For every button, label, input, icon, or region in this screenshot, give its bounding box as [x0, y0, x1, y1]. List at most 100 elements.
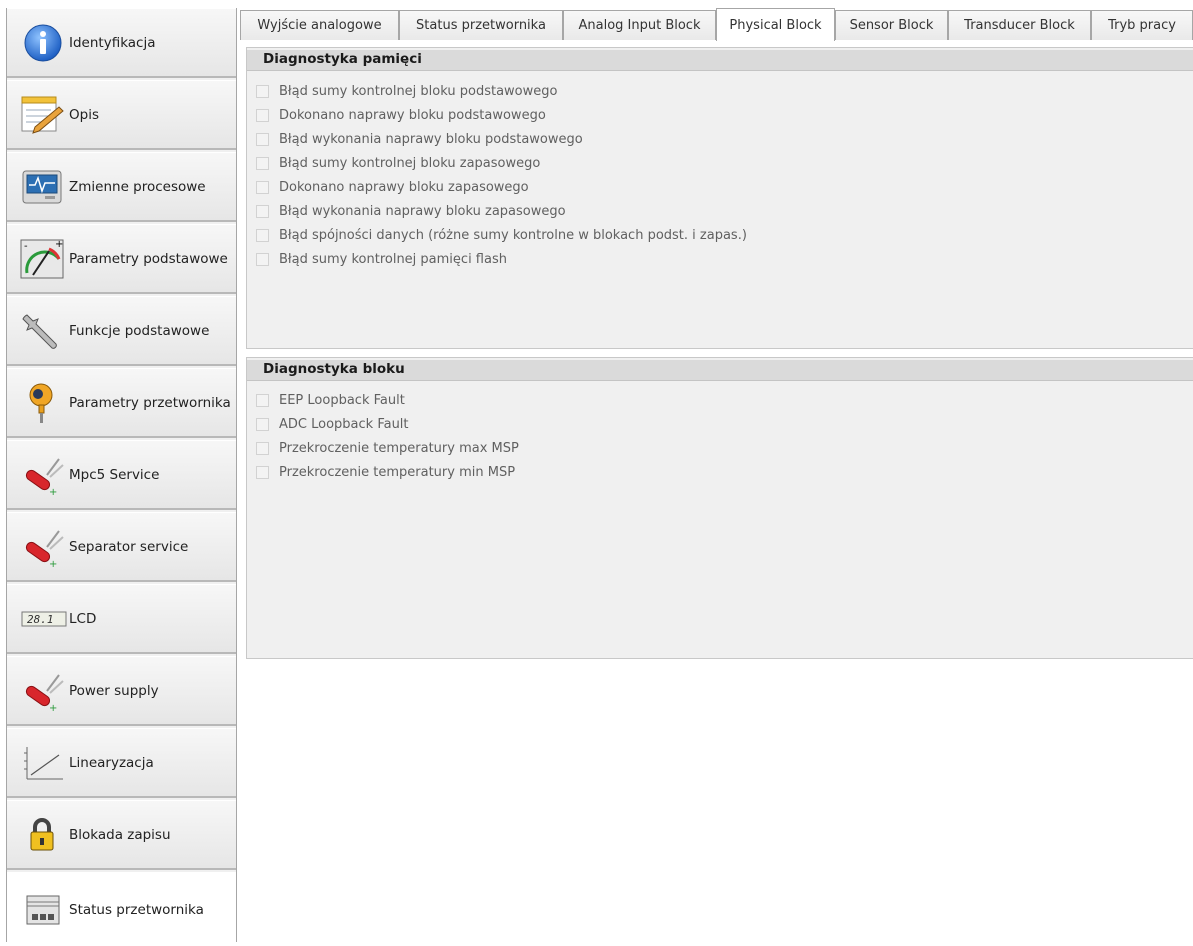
- checkbox-row[interactable]: Błąd wykonania naprawy bloku podstawoweg…: [256, 129, 583, 149]
- block-diagnostics-group: Diagnostyka bloku EEP Loopback Fault ADC…: [246, 357, 1193, 659]
- checkbox-label: Błąd sumy kontrolnej pamięci flash: [279, 251, 507, 267]
- sidebar-item-label: Opis: [69, 106, 99, 123]
- checkbox-label: EEP Loopback Fault: [279, 392, 405, 408]
- checkbox[interactable]: [256, 108, 269, 122]
- sidebar-item-label: LCD: [69, 610, 97, 627]
- service-tool-icon: +: [19, 453, 67, 498]
- sidebar-item-label: Separator service: [69, 538, 189, 555]
- checkbox-row[interactable]: ADC Loopback Fault: [256, 414, 409, 434]
- sidebar-item-power-supply[interactable]: + Power supply: [7, 656, 236, 726]
- sidebar-item-parametry-podstawowe[interactable]: - + Parametry podstawowe: [7, 224, 236, 294]
- checkbox[interactable]: [256, 84, 269, 98]
- tab-tryb-pracy[interactable]: Tryb pracy: [1091, 10, 1193, 40]
- tab-wyjscie-analogowe[interactable]: Wyjście analogowe: [240, 10, 399, 40]
- sidebar-item-separator-service[interactable]: + Separator service: [7, 512, 236, 582]
- checkbox[interactable]: [256, 393, 269, 407]
- sidebar-item-parametry-przetwornika[interactable]: Parametry przetwornika: [7, 368, 236, 438]
- checkbox[interactable]: [256, 180, 269, 194]
- checkbox-label: Dokonano naprawy bloku podstawowego: [279, 107, 546, 123]
- checkbox-row[interactable]: EEP Loopback Fault: [256, 390, 405, 410]
- status-panel-icon: [19, 888, 67, 932]
- checkbox[interactable]: [256, 441, 269, 455]
- lcd-icon-text: 28.1: [27, 613, 54, 626]
- sidebar-item-label: Parametry przetwornika: [69, 394, 231, 411]
- gauge-icon: - +: [19, 237, 67, 281]
- tab-label: Wyjście analogowe: [257, 18, 382, 33]
- sidebar-item-linearyzacja[interactable]: Linearyzacja: [7, 728, 236, 798]
- tab-sensor-block[interactable]: Sensor Block: [835, 10, 948, 40]
- sidebar-item-funkcje-podstawowe[interactable]: Funkcje podstawowe: [7, 296, 236, 366]
- wrench-icon: [19, 309, 67, 353]
- tab-bar: Wyjście analogowe Status przetwornika An…: [240, 8, 1193, 41]
- sidebar-item-opis[interactable]: Opis: [7, 80, 236, 150]
- checkbox-row[interactable]: Błąd wykonania naprawy bloku zapasowego: [256, 201, 566, 221]
- sidebar: Identyfikacja Opis Zmienne procesowe - +…: [6, 8, 237, 946]
- tab-label: Physical Block: [729, 17, 822, 33]
- svg-text:+: +: [49, 487, 57, 497]
- tab-label: Tryb pracy: [1108, 18, 1176, 33]
- chart-line-icon: [19, 741, 67, 785]
- checkbox[interactable]: [256, 204, 269, 218]
- sidebar-item-label: Identyfikacja: [69, 34, 156, 51]
- sidebar-item-zmienne-procesowe[interactable]: Zmienne procesowe: [7, 152, 236, 222]
- tab-transducer-block[interactable]: Transducer Block: [948, 10, 1091, 40]
- svg-text:+: +: [55, 239, 63, 250]
- checkbox-row[interactable]: Błąd sumy kontrolnej pamięci flash: [256, 249, 507, 269]
- group-title: Diagnostyka pamięci: [263, 51, 422, 67]
- memory-diagnostics-group: Diagnostyka pamięci Błąd sumy kontrolnej…: [246, 47, 1193, 349]
- checkbox-row[interactable]: Błąd sumy kontrolnej bloku zapasowego: [256, 153, 540, 173]
- checkbox-row[interactable]: Błąd spójności danych (różne sumy kontro…: [256, 225, 747, 245]
- checkbox-label: ADC Loopback Fault: [279, 416, 409, 432]
- checkbox-row[interactable]: Dokonano naprawy bloku podstawowego: [256, 105, 546, 125]
- sidebar-item-label: Parametry podstawowe: [69, 250, 228, 267]
- sidebar-item-label: Blokada zapisu: [69, 826, 171, 843]
- group-header: Diagnostyka pamięci: [247, 50, 1193, 71]
- checkbox-label: Dokonano naprawy bloku zapasowego: [279, 179, 529, 195]
- svg-text:+: +: [49, 559, 57, 569]
- checkbox[interactable]: [256, 132, 269, 146]
- checkbox-row[interactable]: Błąd sumy kontrolnej bloku podstawowego: [256, 81, 557, 101]
- service-tool-icon: +: [19, 669, 67, 714]
- info-icon: [19, 21, 67, 65]
- checkbox-row[interactable]: Przekroczenie temperatury max MSP: [256, 438, 519, 458]
- checkbox-label: Przekroczenie temperatury min MSP: [279, 464, 516, 480]
- sidebar-item-blokada-zapisu[interactable]: Blokada zapisu: [7, 800, 236, 870]
- tab-analog-input-block[interactable]: Analog Input Block: [563, 10, 716, 40]
- sidebar-item-lcd[interactable]: 28.1 LCD: [7, 584, 236, 654]
- checkbox-label: Błąd spójności danych (różne sumy kontro…: [279, 227, 747, 243]
- transmitter-icon: [19, 381, 67, 425]
- checkbox-row[interactable]: Przekroczenie temperatury min MSP: [256, 462, 515, 482]
- lcd-icon: 28.1: [19, 597, 67, 641]
- sidebar-item-mpc5-service[interactable]: + Mpc5 Service: [7, 440, 236, 510]
- checkbox[interactable]: [256, 465, 269, 479]
- padlock-icon: [19, 813, 67, 857]
- checkbox-row[interactable]: Dokonano naprawy bloku zapasowego: [256, 177, 529, 197]
- group-title: Diagnostyka bloku: [263, 361, 405, 377]
- checkbox-label: Błąd sumy kontrolnej bloku podstawowego: [279, 83, 558, 99]
- checkbox-label: Błąd sumy kontrolnej bloku zapasowego: [279, 155, 541, 171]
- tab-label: Analog Input Block: [578, 18, 701, 33]
- sidebar-item-label: Funkcje podstawowe: [69, 322, 210, 339]
- sidebar-item-label: Zmienne procesowe: [69, 178, 206, 195]
- sidebar-item-label: Mpc5 Service: [69, 466, 160, 483]
- sidebar-item-identyfikacja[interactable]: Identyfikacja: [7, 8, 236, 78]
- checkbox-label: Błąd wykonania naprawy bloku zapasowego: [279, 203, 566, 219]
- checkbox[interactable]: [256, 228, 269, 242]
- checkbox[interactable]: [256, 252, 269, 266]
- sidebar-item-label: Linearyzacja: [69, 754, 154, 771]
- tab-physical-block[interactable]: Physical Block: [716, 8, 835, 41]
- checkbox-label: Przekroczenie temperatury max MSP: [279, 440, 519, 456]
- sidebar-item-status-przetwornika[interactable]: Status przetwornika: [7, 872, 236, 946]
- checkbox-label: Błąd wykonania naprawy bloku podstawoweg…: [279, 131, 583, 147]
- service-tool-icon: +: [19, 525, 67, 570]
- sidebar-item-label: Power supply: [69, 682, 159, 699]
- svg-text:+: +: [49, 703, 57, 713]
- checkbox[interactable]: [256, 417, 269, 431]
- group-header: Diagnostyka bloku: [247, 360, 1193, 381]
- checkbox[interactable]: [256, 156, 269, 170]
- svg-text:-: -: [24, 241, 28, 252]
- monitor-icon: [19, 165, 67, 209]
- tab-label: Transducer Block: [964, 18, 1075, 33]
- tab-label: Status przetwornika: [416, 18, 546, 33]
- tab-status-przetwornika[interactable]: Status przetwornika: [399, 10, 563, 40]
